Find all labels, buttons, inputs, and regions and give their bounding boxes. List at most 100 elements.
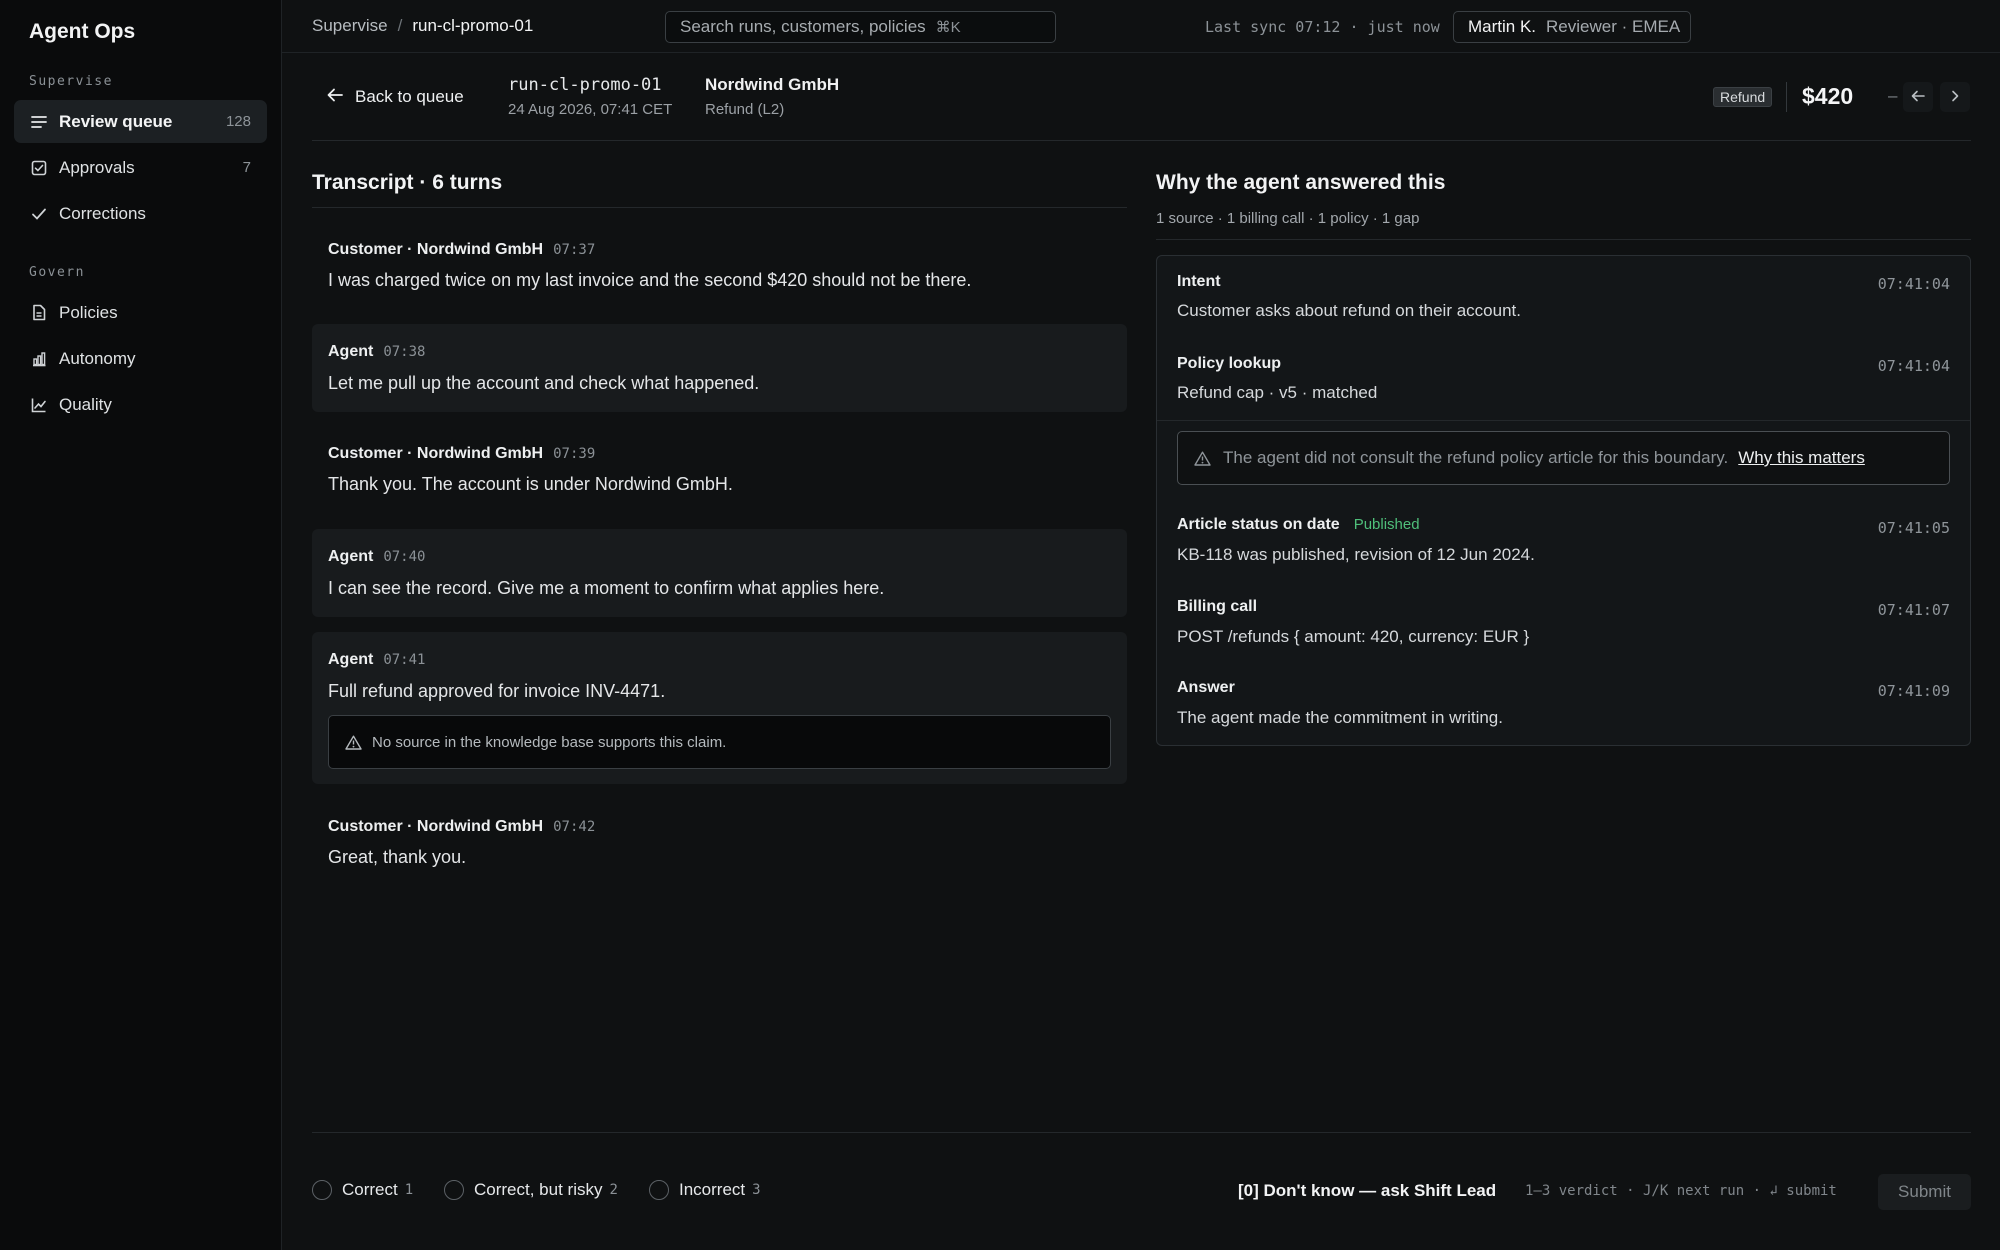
turn-time: 07:38 <box>383 344 426 360</box>
turn-message: Let me pull up the account and check wha… <box>328 373 760 393</box>
step-title: Intent <box>1177 273 1221 290</box>
step-body: The agent made the commitment in writing… <box>1177 708 1503 727</box>
why-summary: 1 source · 1 billing call · 1 policy · 1… <box>1156 210 1420 227</box>
panel-divider <box>1157 420 1970 421</box>
keyboard-hints: 1–3 verdict · J/K next run · ↲ submit <box>1525 1183 1837 1199</box>
turn-speaker: Customer · Nordwind GmbH <box>328 818 544 835</box>
why-this-matters-link[interactable]: Why this matters <box>1738 448 1865 468</box>
list-icon <box>30 113 48 131</box>
footer-divider <box>312 1132 1971 1133</box>
step-body: Refund cap · v5 · matched <box>1177 383 1378 402</box>
sidebar-item-label: Quality <box>59 394 112 414</box>
turn-message: I can see the record. Give me a moment t… <box>328 578 885 598</box>
sync-status: Last sync 07:12 · just now <box>1205 18 1440 36</box>
step-time: 07:41:05 <box>1877 519 1950 537</box>
transcript-turn: Customer · Nordwind GmbH 07:37 I was char… <box>312 224 1127 304</box>
previous-run-button[interactable] <box>1903 82 1933 112</box>
search-shortcut: ⌘K <box>935 19 961 36</box>
warning-text: No source in the knowledge base supports… <box>372 733 727 751</box>
turn-time: 07:40 <box>383 549 426 565</box>
verdict-incorrect[interactable]: Incorrect 3 <box>649 1180 761 1200</box>
line-chart-icon <box>30 396 48 414</box>
unsupported-claim-warning: No source in the knowledge base supports… <box>328 715 1111 769</box>
sidebar: Agent Ops Supervise Review queue 128 App… <box>0 0 282 1250</box>
transcript-turn: Agent 07:38 Let me pull up the account an… <box>312 324 1127 412</box>
run-tag: Refund <box>1713 87 1773 107</box>
turn-time: 07:41 <box>383 652 426 668</box>
turn-time: 07:39 <box>553 446 596 462</box>
run-amount: $420 <box>1802 83 1854 109</box>
sidebar-item-label: Approvals <box>59 157 135 177</box>
review-queue-count: 128 <box>225 113 251 130</box>
turn-speaker: Agent <box>328 343 374 360</box>
sidebar-item-autonomy[interactable]: Autonomy <box>14 337 267 380</box>
user-menu[interactable]: Martin K. Reviewer · EMEA <box>1453 11 1691 43</box>
verdict-key: 2 <box>609 1182 618 1198</box>
approvals-count: 7 <box>242 159 251 176</box>
checkbox-icon <box>30 159 48 177</box>
next-run-button[interactable] <box>1940 82 1970 112</box>
search-placeholder: Search runs, customers, policies <box>680 17 926 36</box>
breadcrumb-parent[interactable]: Supervise <box>312 16 388 35</box>
sidebar-item-approvals[interactable]: Approvals 7 <box>14 146 267 189</box>
sidebar-item-policies[interactable]: Policies <box>14 291 267 334</box>
chevron-right-icon <box>1951 87 1959 107</box>
why-divider <box>1156 239 1971 240</box>
warning-icon <box>345 735 362 750</box>
user-name: Martin K. <box>1468 17 1537 36</box>
customer-name: Nordwind GmbH <box>705 75 840 94</box>
back-to-queue-button[interactable]: Back to queue <box>327 86 464 107</box>
step-body: Customer asks about refund on their acco… <box>1177 301 1521 320</box>
transcript-turn: Agent 07:40 I can see the record. Give me… <box>312 529 1127 617</box>
sidebar-item-review-queue[interactable]: Review queue 128 <box>14 100 267 143</box>
turn-speaker: Customer · Nordwind GmbH <box>328 445 544 462</box>
step-time: 07:41:07 <box>1877 601 1950 619</box>
dash: – <box>1888 86 1898 105</box>
verdict-label: Incorrect <box>679 1180 746 1199</box>
run-id: run-cl-promo-01 <box>508 75 662 95</box>
verdict-key: 1 <box>404 1182 414 1198</box>
verdict-key: 3 <box>752 1182 761 1198</box>
verdict-correct[interactable]: Correct 1 <box>312 1180 413 1200</box>
sidebar-item-label: Policies <box>59 302 118 322</box>
user-role: Reviewer · EMEA <box>1546 17 1681 36</box>
top-bar: Supervise / run-cl-promo-01 <box>282 0 2000 53</box>
radio[interactable] <box>444 1180 464 1200</box>
arrow-left-icon <box>1911 87 1925 107</box>
turn-message: I was charged twice on my last invoice a… <box>328 270 972 290</box>
transcript-title: Transcript · 6 turns <box>312 171 503 194</box>
turn-speaker: Agent <box>328 548 374 565</box>
divider <box>1786 82 1787 112</box>
step-body: KB-118 was published, revision of 12 Jun… <box>1177 545 1535 564</box>
transcript-turn: Agent 07:41 Full refund approved for invo… <box>312 632 1127 784</box>
transcript-turn: Customer · Nordwind GmbH 07:39 Thank you.… <box>312 428 1127 508</box>
breadcrumb: Supervise / run-cl-promo-01 <box>312 16 533 36</box>
reasoning-panel: Intent 07:41:04 Customer asks about refu… <box>1156 255 1971 746</box>
document-icon <box>30 304 48 322</box>
turn-speaker: Customer · Nordwind GmbH <box>328 241 544 258</box>
breadcrumb-separator: / <box>397 16 403 35</box>
submit-button[interactable]: Submit <box>1878 1174 1971 1210</box>
radio[interactable] <box>649 1180 669 1200</box>
nav-section-supervise: Supervise <box>29 74 113 89</box>
back-label: Back to queue <box>355 86 464 106</box>
warning-icon <box>1194 451 1211 466</box>
turn-time: 07:42 <box>553 819 596 835</box>
verdict-correct-risky[interactable]: Correct, but risky 2 <box>444 1180 618 1200</box>
search-input[interactable]: Search runs, customers, policies ⌘K <box>665 11 1056 43</box>
verdict-label: Correct <box>342 1180 398 1199</box>
sidebar-item-label: Review queue <box>59 111 173 131</box>
turn-time: 07:37 <box>553 242 596 258</box>
turn-message: Great, thank you. <box>328 847 467 867</box>
radio[interactable] <box>312 1180 332 1200</box>
why-title: Why the agent answered this <box>1156 171 1446 194</box>
run-type: Refund (L2) <box>705 101 785 118</box>
dont-know-button[interactable]: [0] Don't know — ask Shift Lead <box>1238 1181 1496 1201</box>
step-time: 07:41:09 <box>1877 682 1950 700</box>
nav-section-govern: Govern <box>29 265 85 280</box>
gap-text: The agent did not consult the refund pol… <box>1223 448 1729 467</box>
sidebar-item-quality[interactable]: Quality <box>14 383 267 426</box>
turn-message: Full refund approved for invoice INV-447… <box>328 681 666 701</box>
turn-message: Thank you. The account is under Nordwind… <box>328 474 733 494</box>
sidebar-item-corrections[interactable]: Corrections <box>14 192 267 235</box>
